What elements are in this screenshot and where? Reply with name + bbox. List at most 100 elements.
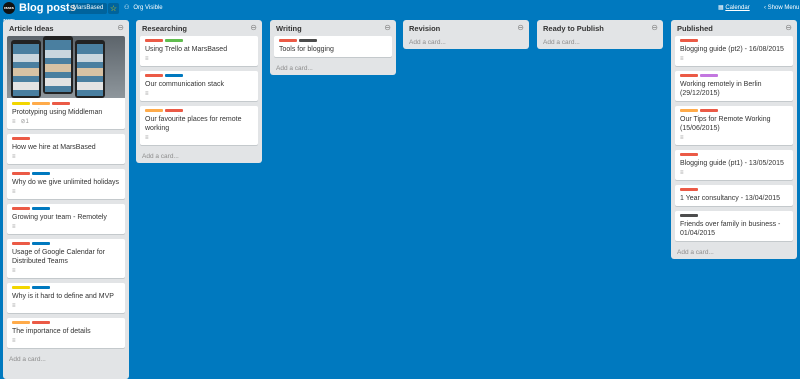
list-title[interactable]: Writing [276, 24, 302, 33]
list-menu-icon[interactable]: ⊖ [250, 23, 257, 32]
list-menu-icon[interactable]: ⊖ [384, 23, 391, 32]
card[interactable]: Blogging guide (pt1) - 13/05/2015 ≡ [675, 150, 793, 180]
description-icon: ≡ [12, 268, 16, 274]
card[interactable]: Why is it hard to define and MVP ≡ [7, 283, 125, 313]
card-title: The importance of details [12, 328, 91, 335]
list-title[interactable]: Article Ideas [9, 24, 54, 33]
card-title: Our favourite places for remote working [145, 116, 242, 132]
phone-mockup-image [11, 40, 41, 98]
card-labels [680, 214, 788, 217]
description-icon: ≡ [12, 189, 16, 195]
label-blue [32, 172, 50, 175]
card-labels [12, 286, 120, 289]
card[interactable]: Friends over family in business - 01/04/… [675, 211, 793, 241]
card[interactable]: How we hire at MarsBased ≡ [7, 134, 125, 164]
card-badges: ≡ [12, 338, 120, 345]
label-orange [145, 109, 163, 112]
card-badges: ≡ [680, 56, 788, 63]
label-red [680, 153, 698, 156]
card-list: Blogging guide (pt2) - 16/08/2015 ≡ Workin… [671, 36, 797, 241]
list-writing: Writing ⊖ Tools for blogging Add a card... [270, 20, 396, 75]
calendar-button[interactable]: ▦ Calendar [718, 3, 750, 14]
label-red [12, 207, 30, 210]
card[interactable]: Why do we give unlimited holidays ≡ [7, 169, 125, 199]
list-header: Researching ⊖ [136, 20, 262, 36]
org-name-button[interactable]: MarsBased [69, 3, 108, 14]
label-red [12, 137, 30, 140]
label-red [12, 242, 30, 245]
add-card-button[interactable]: Add a card... [403, 36, 529, 49]
list-published: Published ⊖ Blogging guide (pt2) - 16/08/2… [671, 20, 797, 259]
card[interactable]: Using Trello at MarsBased ≡ [140, 36, 258, 66]
description-icon: ≡ [680, 56, 684, 62]
card-title: Working remotely in Berlin (29/12/2015) [680, 81, 762, 97]
star-board-icon[interactable]: ☆ [108, 3, 119, 14]
board-title[interactable]: Blog posts [19, 2, 76, 14]
list-header: Revision ⊖ [403, 20, 529, 36]
list-title[interactable]: Ready to Publish [543, 24, 604, 33]
list-menu-icon[interactable]: ⊖ [785, 23, 792, 32]
list-ready-to-publish: Ready to Publish ⊖ Add a card... [537, 20, 663, 49]
card[interactable]: 1 Year consultancy - 13/04/2015 [675, 185, 793, 206]
org-visibility-icon: ⚇ [124, 5, 130, 11]
description-icon: ≡ [145, 91, 149, 97]
visibility-label: Org Visible [133, 5, 163, 11]
card[interactable]: Our favourite places for remote working ≡ [140, 106, 258, 145]
card-title: Our Tips for Remote Working (15/06/2015) [680, 116, 771, 132]
label-yellow [12, 102, 30, 105]
label-orange [32, 102, 50, 105]
list-menu-icon[interactable]: ⊖ [117, 23, 124, 32]
list-header: Article Ideas ⊖ [3, 20, 129, 36]
label-orange [680, 109, 698, 112]
card[interactable]: Working remotely in Berlin (29/12/2015) [675, 71, 793, 101]
list-menu-icon[interactable]: ⊖ [517, 23, 524, 32]
card[interactable]: Our Tips for Remote Working (15/06/2015)… [675, 106, 793, 145]
card[interactable]: Tools for blogging [274, 36, 392, 57]
card-labels [12, 242, 120, 245]
add-card-button[interactable]: Add a card... [671, 246, 797, 259]
card-title: Tools for blogging [279, 46, 334, 53]
list-revision: Revision ⊖ Add a card... [403, 20, 529, 49]
label-red [12, 172, 30, 175]
card[interactable]: Blogging guide (pt2) - 16/08/2015 ≡ [675, 36, 793, 66]
card-badges: ≡ [145, 56, 253, 63]
card[interactable]: Our communication stack ≡ [140, 71, 258, 101]
label-red [680, 188, 698, 191]
card-labels [680, 109, 788, 112]
card-labels [12, 207, 120, 210]
label-purple [700, 74, 718, 77]
card-cover-image [7, 36, 125, 98]
calendar-icon: ▦ [718, 5, 724, 11]
card-badges: ≡ [12, 224, 120, 231]
add-card-button[interactable]: Add a card... [136, 150, 262, 163]
list-researching: Researching ⊖ Using Trello at MarsBased ≡ Ou… [136, 20, 262, 163]
card[interactable]: The importance of details ≡ [7, 318, 125, 348]
visibility-button[interactable]: ⚇ Org Visible [124, 3, 163, 14]
card-labels [12, 321, 120, 324]
card[interactable]: Growing your team - Remotely ≡ [7, 204, 125, 234]
list-menu-icon[interactable]: ⊖ [651, 23, 658, 32]
card-labels [680, 74, 788, 77]
card-labels [279, 39, 387, 42]
card-title: Growing your team - Remotely [12, 214, 107, 221]
card[interactable]: Usage of Google Calendar for Distributed… [7, 239, 125, 278]
card-title: Our communication stack [145, 81, 224, 88]
card-labels [145, 39, 253, 42]
show-menu-button[interactable]: ‹ Show Menu [764, 3, 799, 14]
list-title[interactable]: Published [677, 24, 713, 33]
description-icon: ≡ [12, 338, 16, 344]
add-card-button[interactable]: Add a card... [270, 62, 396, 75]
list-title[interactable]: Revision [409, 24, 440, 33]
list-header: Published ⊖ [671, 20, 797, 36]
label-red [680, 74, 698, 77]
description-icon: ≡ [12, 224, 16, 230]
card-badges: ≡ [12, 154, 120, 161]
card-labels [680, 153, 788, 156]
label-red [165, 109, 183, 112]
marsbased-logo[interactable]: MARS BASED [3, 2, 15, 22]
list-title[interactable]: Researching [142, 24, 187, 33]
add-card-button[interactable]: Add a card... [3, 353, 129, 366]
card[interactable]: Prototyping using Middleman ≡ ⊘1 [7, 36, 125, 129]
add-card-button[interactable]: Add a card... [537, 36, 663, 49]
card-title: Why do we give unlimited holidays [12, 179, 119, 186]
